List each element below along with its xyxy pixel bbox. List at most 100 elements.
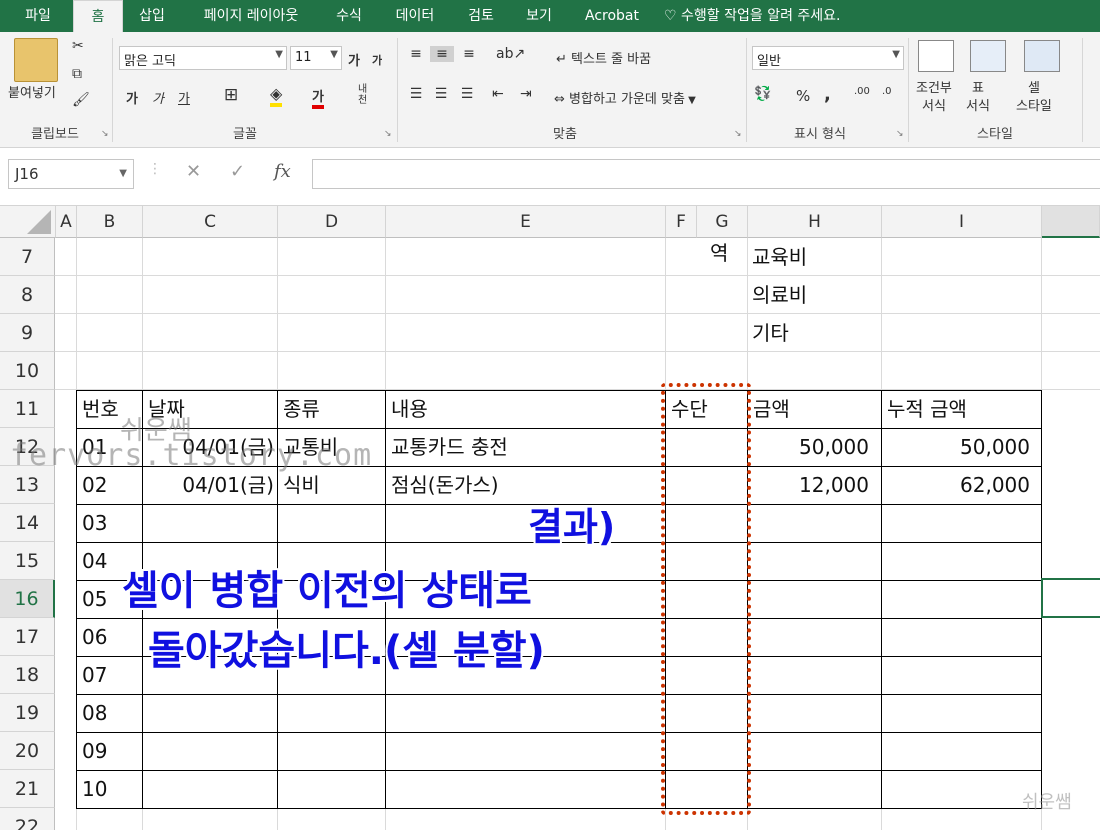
comma-button[interactable]: , [824, 84, 831, 105]
font-launcher-icon[interactable]: ↘ [384, 129, 392, 139]
orientation-icon[interactable]: ab↗ [496, 46, 525, 62]
column-header-f[interactable]: F [666, 206, 697, 238]
column-header-a[interactable]: A [56, 206, 77, 238]
header-cell-amount[interactable]: 금액 [753, 390, 790, 428]
row-header-14[interactable]: 14 [0, 504, 55, 542]
row-header-8[interactable]: 8 [0, 276, 55, 314]
decrease-indent-icon[interactable]: ⇤ [492, 86, 504, 102]
format-painter-icon[interactable]: 🖌 [72, 92, 90, 108]
formula-input[interactable] [312, 159, 1100, 189]
table-cell[interactable]: 03 [82, 504, 107, 542]
row-header-20[interactable]: 20 [0, 732, 55, 770]
enter-icon[interactable]: ✓ [230, 161, 245, 182]
table-cell[interactable]: 점심(돈가스) [391, 466, 499, 504]
cell-styles-icon[interactable] [1024, 40, 1060, 72]
row-header-15[interactable]: 15 [0, 542, 55, 580]
tab-acrobat[interactable]: Acrobat [576, 0, 648, 32]
decrease-decimal-icon[interactable]: .0 [882, 86, 892, 97]
drag-handle-icon[interactable]: ⋮ [148, 161, 162, 177]
font-name-combo[interactable]: 맑은 고딕 ▼ [119, 46, 287, 70]
column-header-h[interactable]: H [748, 206, 882, 238]
grow-font-button[interactable]: 가 [348, 50, 360, 69]
cell-h7[interactable]: 교육비 [752, 238, 807, 276]
table-cell[interactable]: 50,000 [748, 428, 869, 466]
italic-button[interactable]: 가 [152, 88, 164, 107]
align-center-icon[interactable]: ☰ [430, 86, 452, 102]
paste-button[interactable]: 붙여넣기 [8, 82, 56, 101]
table-cell[interactable]: 07 [82, 656, 107, 694]
increase-indent-icon[interactable]: ⇥ [520, 86, 532, 102]
clipboard-launcher-icon[interactable]: ↘ [101, 129, 109, 139]
column-header-e[interactable]: E [386, 206, 666, 238]
align-left-icon[interactable]: ☰ [405, 86, 427, 102]
cell-h9[interactable]: 기타 [752, 314, 789, 352]
tab-data[interactable]: 데이터 [382, 0, 448, 32]
shrink-font-button[interactable]: 가 [372, 52, 382, 68]
row-header-9[interactable]: 9 [0, 314, 55, 352]
fill-color-icon[interactable]: ◈ [270, 84, 283, 107]
column-header-c[interactable]: C [143, 206, 278, 238]
row-header-19[interactable]: 19 [0, 694, 55, 732]
border-icon[interactable]: ⊞ [224, 85, 238, 105]
paste-icon[interactable] [14, 38, 58, 82]
table-format-icon[interactable] [970, 40, 1006, 72]
header-cell-cumulative[interactable]: 누적 금액 [887, 390, 967, 428]
row-header-18[interactable]: 18 [0, 656, 55, 694]
row-header-22[interactable]: 22 [0, 808, 55, 830]
conditional-format-icon[interactable] [918, 40, 954, 72]
increase-decimal-icon[interactable]: .00 [854, 86, 870, 97]
header-cell-type[interactable]: 종류 [283, 390, 320, 428]
bold-button[interactable]: 가 [126, 88, 138, 107]
tab-page-layout[interactable]: 페이지 레이아웃 [186, 0, 316, 32]
tab-home[interactable]: 홈 [73, 0, 123, 33]
header-cell-desc[interactable]: 내용 [391, 390, 428, 428]
cell-g7[interactable]: 역 [710, 234, 728, 272]
column-header-i[interactable]: I [882, 206, 1042, 238]
table-cell[interactable]: 12,000 [748, 466, 869, 504]
phonetic-button[interactable]: 내천 [358, 84, 376, 106]
currency-icon[interactable]: 💱 [754, 86, 771, 102]
insert-function-button[interactable]: fx [274, 161, 291, 182]
tab-insert[interactable]: 삽입 [126, 0, 178, 32]
header-cell-number[interactable]: 번호 [82, 390, 119, 428]
font-color-button[interactable]: 가 [312, 86, 324, 109]
font-size-combo[interactable]: 11 ▼ [290, 46, 342, 70]
row-header-11[interactable]: 11 [0, 390, 55, 428]
tab-file[interactable]: 파일 [8, 0, 68, 32]
table-cell[interactable]: 62,000 [882, 466, 1030, 504]
tab-view[interactable]: 보기 [514, 0, 564, 32]
table-cell[interactable]: 06 [82, 618, 107, 656]
row-header-21[interactable]: 21 [0, 770, 55, 808]
column-header-b[interactable]: B [77, 206, 143, 238]
cell-styles-button[interactable]: 셀 스타일 [1016, 80, 1052, 116]
cancel-icon[interactable]: ✕ [186, 161, 201, 182]
tab-formulas[interactable]: 수식 [324, 0, 374, 32]
row-header-7[interactable]: 7 [0, 238, 55, 276]
active-cell-j16[interactable] [1041, 578, 1100, 618]
alignment-launcher-icon[interactable]: ↘ [734, 129, 742, 139]
column-header-d[interactable]: D [278, 206, 386, 238]
table-cell[interactable]: 교통카드 충전 [391, 428, 508, 466]
percent-button[interactable]: % [796, 87, 810, 105]
select-all-corner[interactable] [0, 206, 56, 238]
tab-review[interactable]: 검토 [456, 0, 506, 32]
copy-icon[interactable]: ⧉ [72, 66, 82, 82]
row-header-17[interactable]: 17 [0, 618, 55, 656]
column-header-j[interactable] [1042, 206, 1100, 238]
align-right-icon[interactable]: ☰ [456, 86, 478, 102]
align-bottom-icon[interactable]: ≡ [458, 46, 480, 62]
name-box[interactable]: J16 ▼ [8, 159, 134, 189]
row-header-10[interactable]: 10 [0, 352, 55, 390]
merge-center-button[interactable]: ⇔ 병합하고 가운데 맞춤 ▼ [554, 88, 696, 107]
align-top-icon[interactable]: ≡ [405, 46, 427, 62]
table-format-button[interactable]: 표 서식 [966, 80, 990, 116]
table-cell[interactable]: 05 [82, 580, 107, 618]
table-cell[interactable]: 09 [82, 732, 107, 770]
number-format-combo[interactable]: 일반 ▼ [752, 46, 904, 70]
conditional-format-button[interactable]: 조건부 서식 [916, 80, 952, 116]
table-cell[interactable]: 50,000 [882, 428, 1030, 466]
cell-h8[interactable]: 의료비 [752, 276, 807, 314]
table-cell[interactable]: 08 [82, 694, 107, 732]
number-launcher-icon[interactable]: ↘ [896, 129, 904, 139]
row-header-16[interactable]: 16 [0, 580, 55, 618]
